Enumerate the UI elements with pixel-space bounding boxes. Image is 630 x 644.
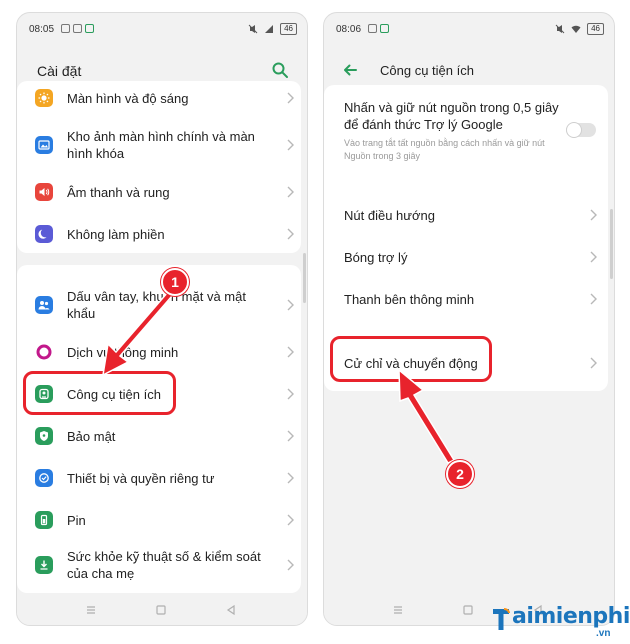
arrow-step-2 [398,368,456,464]
tutorial-arrows [102,290,456,464]
step-badge-1: 1 [161,268,189,296]
watermark-tld: .vn [596,628,611,639]
arrow-step-1 [102,290,174,377]
watermark-logo: aimienphi .vn [488,604,630,640]
brand-logo-icon [493,608,510,630]
watermark-brand: aimienphi [512,604,630,629]
step-badge-2: 2 [446,460,474,488]
